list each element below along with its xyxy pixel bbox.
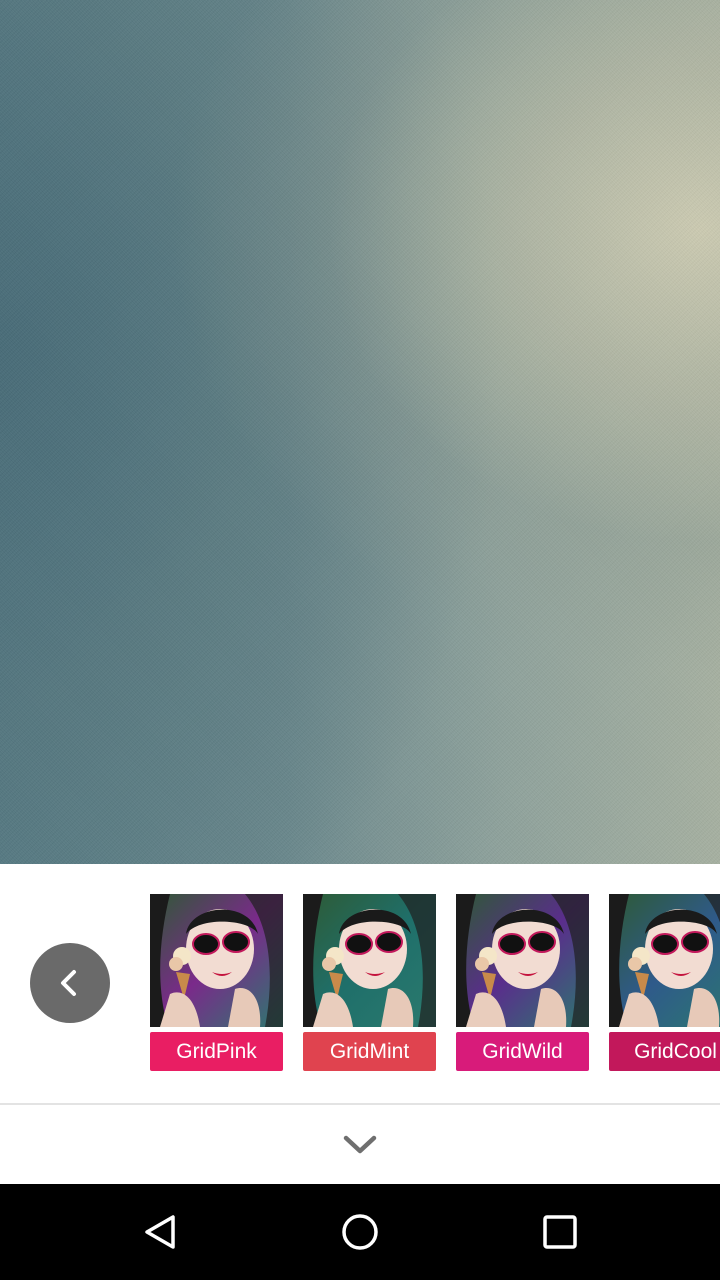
- filter-label: GridMint: [303, 1032, 436, 1071]
- nav-back-button[interactable]: [120, 1202, 200, 1262]
- filter-panel: GridPink GridMint GridWild GridCool: [0, 864, 720, 1103]
- triangle-back-icon: [145, 1215, 175, 1249]
- filter-thumbnail: [609, 894, 720, 1027]
- circle-home-icon: [342, 1214, 378, 1250]
- chevron-left-icon: [61, 970, 76, 996]
- camera-preview[interactable]: [0, 0, 720, 864]
- filter-item[interactable]: GridCool: [609, 894, 720, 1071]
- filter-item[interactable]: GridPink: [150, 894, 283, 1071]
- back-button[interactable]: [30, 943, 110, 1023]
- square-recents-icon: [543, 1215, 577, 1249]
- collapse-button[interactable]: [330, 1115, 390, 1175]
- filter-thumbnail: [456, 894, 589, 1027]
- filter-item[interactable]: GridWild: [456, 894, 589, 1071]
- system-nav-bar: [0, 1184, 720, 1280]
- filter-label: GridWild: [456, 1032, 589, 1071]
- filter-label: GridPink: [150, 1032, 283, 1071]
- filter-thumbnail: [150, 894, 283, 1027]
- preview-texture: [0, 0, 720, 864]
- nav-recents-button[interactable]: [520, 1202, 600, 1262]
- filter-label: GridCool: [609, 1032, 720, 1071]
- chevron-down-icon: [343, 1135, 377, 1153]
- collapse-bar: [0, 1105, 720, 1184]
- camera-filter-screen: GridPink GridMint GridWild GridCool: [0, 0, 720, 1280]
- filter-thumbnail: [303, 894, 436, 1027]
- filter-strip[interactable]: GridPink GridMint GridWild GridCool: [150, 894, 720, 1072]
- filter-item[interactable]: GridMint: [303, 894, 436, 1071]
- nav-home-button[interactable]: [320, 1202, 400, 1262]
